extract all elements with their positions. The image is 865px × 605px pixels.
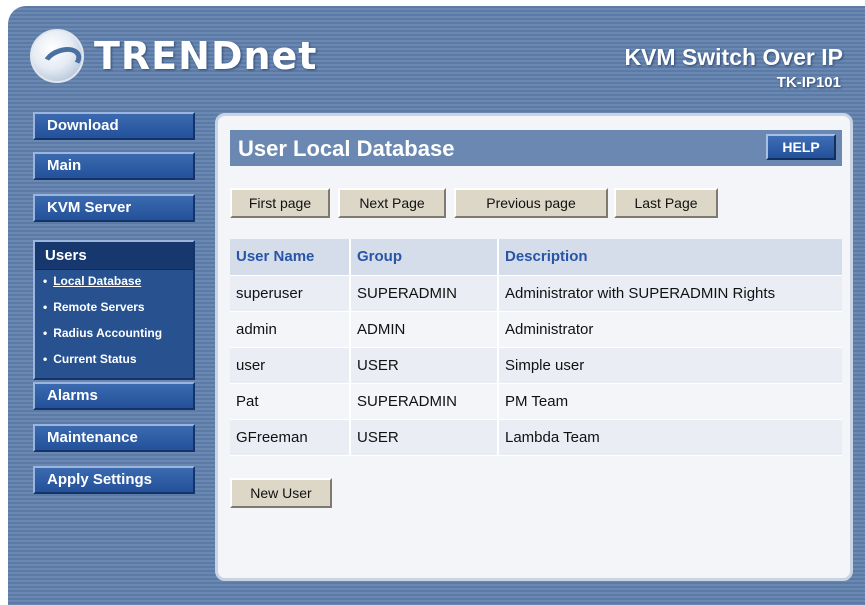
nav-users-section: Users • Local Database • Remote Servers • R…	[33, 240, 195, 380]
nav-maintenance[interactable]: Maintenance	[33, 424, 195, 452]
last-page-button[interactable]: Last Page	[614, 188, 718, 218]
cell-group: USER	[350, 347, 499, 384]
cell-description: Lambda Team	[498, 419, 842, 456]
new-user-button[interactable]: New User	[230, 478, 332, 508]
table-row[interactable]: GFreeman USER Lambda Team	[230, 419, 842, 456]
bullet-icon: •	[43, 326, 48, 340]
nav-apply-settings[interactable]: Apply Settings	[33, 466, 195, 494]
cell-group: SUPERADMIN	[350, 275, 499, 312]
page-title: User Local Database	[238, 136, 455, 161]
nav-sub-local-database[interactable]: • Local Database	[35, 270, 193, 296]
bullet-icon: •	[43, 300, 48, 314]
cell-user-name: user	[230, 347, 351, 384]
cell-user-name: GFreeman	[230, 419, 351, 456]
cell-group: USER	[350, 419, 499, 456]
product-title: KVM Switch Over IP	[624, 44, 843, 70]
main-panel: User Local Database HELP First page Next…	[215, 113, 853, 581]
table-row[interactable]: user USER Simple user	[230, 347, 842, 384]
column-header-user-name: User Name	[230, 239, 351, 276]
cell-description: Administrator	[498, 311, 842, 348]
nav-main[interactable]: Main	[33, 152, 195, 180]
cell-user-name: admin	[230, 311, 351, 348]
nav-users[interactable]: Users	[35, 242, 193, 270]
previous-page-button[interactable]: Previous page	[454, 188, 608, 218]
table-row[interactable]: Pat SUPERADMIN PM Team	[230, 383, 842, 420]
cell-user-name: superuser	[230, 275, 351, 312]
trendnet-logo-icon	[30, 29, 84, 83]
nav-sub-current-status[interactable]: • Current Status	[35, 348, 193, 374]
cell-group: SUPERADMIN	[350, 383, 499, 420]
cell-description: Simple user	[498, 347, 842, 384]
nav-download[interactable]: Download	[33, 112, 195, 140]
nav-sub-remote-servers[interactable]: • Remote Servers	[35, 296, 193, 322]
column-header-description: Description	[498, 239, 842, 276]
cell-description: Administrator with SUPERADMIN Rights	[498, 275, 842, 312]
nav-sub-radius-accounting[interactable]: • Radius Accounting	[35, 322, 193, 348]
bullet-icon: •	[43, 274, 48, 288]
table-header-row: User Name Group Description	[230, 239, 842, 276]
nav-kvm-server[interactable]: KVM Server	[33, 194, 195, 222]
next-page-button[interactable]: Next Page	[338, 188, 446, 218]
cell-user-name: Pat	[230, 383, 351, 420]
nav-alarms[interactable]: Alarms	[33, 382, 195, 410]
help-button[interactable]: HELP	[766, 134, 836, 160]
cell-group: ADMIN	[350, 311, 499, 348]
app-frame: TRENDnet KVM Switch Over IP TK-IP101 Dow…	[8, 6, 865, 605]
table-row[interactable]: admin ADMIN Administrator	[230, 311, 842, 348]
table-row[interactable]: superuser SUPERADMIN Administrator with …	[230, 275, 842, 312]
first-page-button[interactable]: First page	[230, 188, 330, 218]
user-table: User Name Group Description superuser SU…	[230, 239, 842, 456]
bullet-icon: •	[43, 352, 48, 366]
title-bar: User Local Database HELP	[230, 130, 842, 166]
logo-text: TRENDnet	[94, 34, 318, 78]
cell-description: PM Team	[498, 383, 842, 420]
column-header-group: Group	[350, 239, 499, 276]
product-model: TK-IP101	[776, 74, 841, 91]
trendnet-logo: TRENDnet	[30, 28, 317, 84]
